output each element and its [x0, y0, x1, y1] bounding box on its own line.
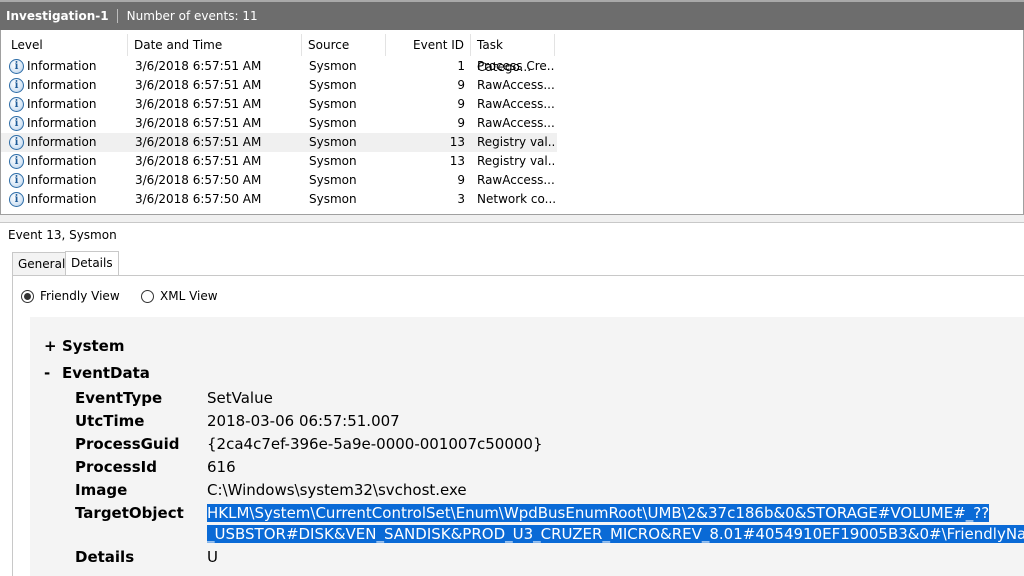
cell-level: Information: [27, 59, 97, 73]
information-icon: i: [9, 59, 24, 74]
cell-datetime: 3/6/2018 6:57:50 AM: [135, 192, 262, 206]
cell-level: Information: [27, 78, 97, 92]
field-name-utctime: UtcTime: [75, 412, 145, 430]
cell-level: Information: [27, 116, 97, 130]
column-date-time[interactable]: Date and Time: [128, 34, 302, 56]
field-value-eventtype: SetValue: [207, 389, 273, 407]
cell-event-id: 9: [457, 78, 465, 92]
cell-source: Sysmon: [309, 135, 357, 149]
field-value-image: C:\Windows\system32\svchost.exe: [207, 481, 467, 499]
cell-source: Sysmon: [309, 154, 357, 168]
column-level[interactable]: Level: [5, 34, 128, 56]
cell-event-id: 1: [457, 59, 465, 73]
cell-task: RawAccess...: [477, 97, 555, 111]
column-event-id[interactable]: Event ID: [386, 34, 471, 56]
event-detail-pane: Event 13, Sysmon General Details Friendl…: [0, 222, 1024, 576]
cell-task: Registry val...: [477, 135, 555, 149]
field-name-details: Details: [75, 548, 135, 566]
pane-splitter[interactable]: [0, 214, 1024, 222]
cell-datetime: 3/6/2018 6:57:50 AM: [135, 173, 262, 187]
cell-task: RawAccess...: [477, 78, 555, 92]
window-titlebar: Investigation-1 Number of events: 11: [0, 0, 1024, 30]
xml-view-label: XML View: [160, 289, 218, 303]
cell-event-id: 9: [457, 97, 465, 111]
cell-source: Sysmon: [309, 97, 357, 111]
table-row[interactable]: i Information 3/6/2018 6:57:51 AM Sysmon…: [1, 95, 561, 114]
field-name-processguid: ProcessGuid: [75, 435, 180, 453]
table-row-selected[interactable]: i Information 3/6/2018 6:57:51 AM Sysmon…: [1, 133, 557, 152]
field-value-targetobject-line1[interactable]: HKLM\System\CurrentControlSet\Enum\WpdBu…: [207, 504, 990, 522]
friendly-view-radio[interactable]: Friendly View: [21, 288, 120, 304]
cell-source: Sysmon: [309, 116, 357, 130]
field-value-utctime: 2018-03-06 06:57:51.007: [207, 412, 400, 430]
cell-event-id: 9: [457, 173, 465, 187]
field-value-processid: 616: [207, 458, 236, 476]
cell-event-id: 9: [457, 116, 465, 130]
cell-event-id: 13: [449, 135, 465, 149]
cell-level: Information: [27, 154, 97, 168]
field-name-eventtype: EventType: [75, 389, 163, 407]
field-value-targetobject-line2[interactable]: _USBSTOR#DISK&VEN_SANDISK&PROD_U3_CRUZER…: [207, 525, 1024, 543]
information-icon: i: [9, 97, 24, 112]
information-icon: i: [9, 173, 24, 188]
field-name-targetobject: TargetObject: [75, 504, 184, 522]
cell-task: RawAccess...: [477, 173, 555, 187]
table-row[interactable]: i Information 3/6/2018 6:57:51 AM Sysmon…: [1, 76, 561, 95]
cell-source: Sysmon: [309, 192, 357, 206]
event-list[interactable]: Level Date and Time Source Event ID Task…: [0, 30, 1024, 214]
radio-unselected-icon: [141, 289, 154, 303]
friendly-view-label: Friendly View: [40, 289, 120, 303]
cell-datetime: 3/6/2018 6:57:51 AM: [135, 154, 262, 168]
table-row[interactable]: i Information 3/6/2018 6:57:51 AM Sysmon…: [1, 114, 561, 133]
information-icon: i: [9, 135, 24, 150]
table-row[interactable]: i Information 3/6/2018 6:57:50 AM Sysmon…: [1, 171, 561, 190]
event-count: Number of events: 11: [126, 9, 258, 23]
information-icon: i: [9, 154, 24, 169]
information-icon: i: [9, 192, 24, 207]
column-source[interactable]: Source: [302, 34, 386, 56]
cell-task: Registry val...: [477, 154, 555, 168]
title-separator: [116, 9, 118, 23]
cell-datetime: 3/6/2018 6:57:51 AM: [135, 59, 262, 73]
cell-datetime: 3/6/2018 6:57:51 AM: [135, 97, 262, 111]
information-icon: i: [9, 116, 24, 131]
cell-level: Information: [27, 192, 97, 206]
cell-level: Information: [27, 135, 97, 149]
cell-level: Information: [27, 97, 97, 111]
collapse-eventdata-toggle[interactable]: -: [44, 364, 50, 382]
column-task-category[interactable]: Task Catego...: [471, 34, 555, 74]
information-icon: i: [9, 78, 24, 93]
cell-task: Process Cre...: [477, 59, 555, 73]
eventdata-section-label[interactable]: EventData: [62, 364, 150, 382]
table-row[interactable]: i Information 3/6/2018 6:57:51 AM Sysmon…: [1, 57, 561, 76]
field-value-processguid: {2ca4c7ef-396e-5a9e-0000-001007c50000}: [207, 435, 543, 453]
cell-task: Network co...: [477, 192, 555, 206]
radio-selected-icon: [21, 289, 34, 303]
detail-title: Event 13, Sysmon: [8, 228, 117, 242]
cell-datetime: 3/6/2018 6:57:51 AM: [135, 116, 262, 130]
tab-details[interactable]: Details: [65, 251, 119, 276]
column-header-row: Level Date and Time Source Event ID Task…: [1, 34, 561, 74]
cell-source: Sysmon: [309, 78, 357, 92]
field-value-details: U: [207, 548, 218, 566]
cell-source: Sysmon: [309, 59, 357, 73]
system-section-label[interactable]: System: [62, 337, 124, 355]
cell-task: RawAccess...: [477, 116, 555, 130]
cell-source: Sysmon: [309, 173, 357, 187]
field-name-image: Image: [75, 481, 128, 499]
table-row[interactable]: i Information 3/6/2018 6:57:50 AM Sysmon…: [1, 190, 561, 209]
tab-general[interactable]: General: [12, 252, 72, 275]
table-row[interactable]: i Information 3/6/2018 6:57:51 AM Sysmon…: [1, 152, 561, 171]
field-name-processid: ProcessId: [75, 458, 157, 476]
cell-event-id: 13: [449, 154, 465, 168]
expand-system-toggle[interactable]: +: [44, 337, 57, 355]
cell-event-id: 3: [457, 192, 465, 206]
cell-datetime: 3/6/2018 6:57:51 AM: [135, 78, 262, 92]
log-title: Investigation-1: [6, 9, 109, 23]
xml-view-radio[interactable]: XML View: [141, 288, 218, 304]
cell-level: Information: [27, 173, 97, 187]
cell-datetime: 3/6/2018 6:57:51 AM: [135, 135, 262, 149]
